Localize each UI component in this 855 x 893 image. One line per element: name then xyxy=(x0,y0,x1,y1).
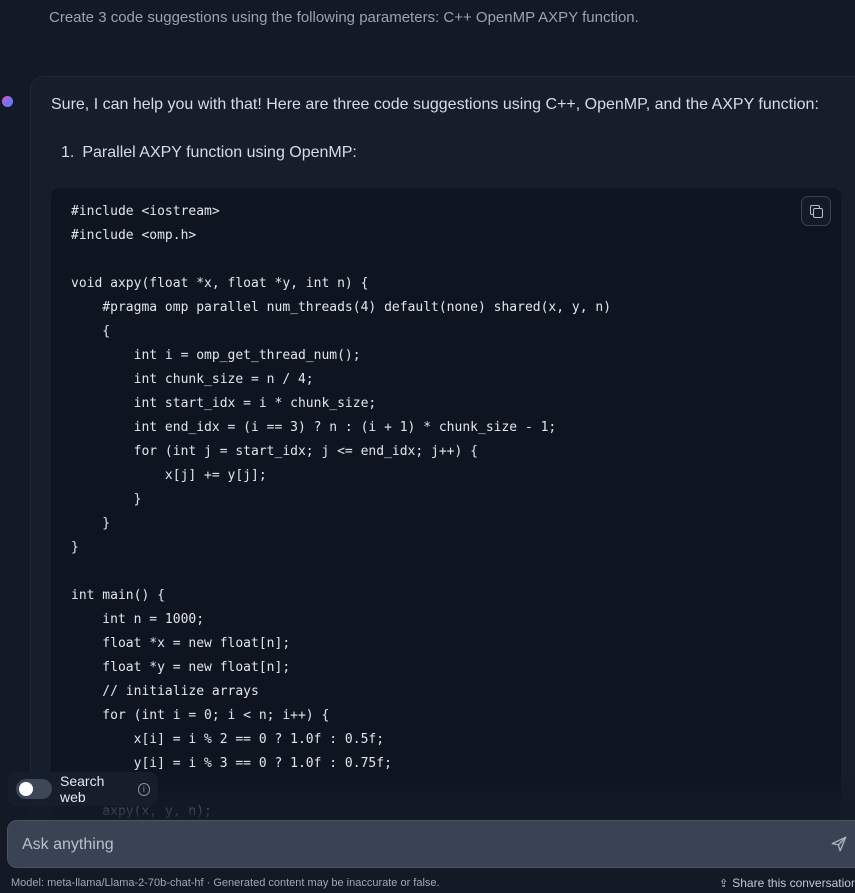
code-block: #include <iostream> #include <omp.h> void … xyxy=(51,188,841,857)
share-conversation-link[interactable]: ⇪ Share this conversation xyxy=(719,876,855,890)
code-line: for (int j = start_idx; j <= end_idx; j+… xyxy=(71,444,478,459)
chat-input-box[interactable] xyxy=(7,820,855,869)
assistant-intro-text: Sure, I can help you with that! Here are… xyxy=(51,96,819,113)
code-content: #include <iostream> #include <omp.h> void … xyxy=(71,200,611,848)
chat-page: Create 3 code suggestions using the foll… xyxy=(0,0,855,893)
model-disclaimer: Model: meta-llama/Llama-2-70b-chat-hf · … xyxy=(11,877,440,889)
code-line: void axpy(float *x, float *y, int n) { xyxy=(71,276,369,291)
share-label: Share this conversation xyxy=(732,876,855,890)
code-line: } xyxy=(71,492,142,507)
code-line: int main() { xyxy=(71,588,165,603)
assistant-avatar xyxy=(2,96,13,107)
code-line: #include <iostream> xyxy=(71,204,220,219)
assistant-message: Sure, I can help you with that! Here are… xyxy=(30,76,855,858)
suggestion-list-item: 1. Parallel AXPY function using OpenMP: xyxy=(61,144,357,162)
code-line: { xyxy=(71,324,111,339)
code-line: x[i] = i % 2 == 0 ? 1.0f : 0.5f; xyxy=(71,732,385,747)
user-message: Create 3 code suggestions using the foll… xyxy=(49,9,639,26)
code-line: int n = 1000; xyxy=(71,612,205,627)
code-line: } xyxy=(71,540,79,555)
code-line: for (int i = 0; i < n; i++) { xyxy=(71,708,330,723)
chat-input[interactable] xyxy=(20,821,804,869)
code-line: x[j] += y[j]; xyxy=(71,468,267,483)
toggle-switch[interactable] xyxy=(16,779,52,799)
copy-code-button[interactable] xyxy=(801,196,831,226)
send-icon[interactable] xyxy=(830,835,848,853)
info-icon[interactable]: i xyxy=(137,782,150,796)
code-line: } xyxy=(71,516,111,531)
copy-icon xyxy=(810,205,823,218)
code-line: // initialize arrays xyxy=(71,684,259,699)
code-line: int start_idx = i * chunk_size; xyxy=(71,396,377,411)
code-line: float *y = new float[n]; xyxy=(71,660,291,675)
list-item-text: Parallel AXPY function using OpenMP: xyxy=(82,144,357,161)
code-line: int chunk_size = n / 4; xyxy=(71,372,314,387)
code-line: int i = omp_get_thread_num(); xyxy=(71,348,361,363)
code-line: #pragma omp parallel num_threads(4) defa… xyxy=(71,300,612,315)
code-line: int end_idx = (i == 3) ? n : (i + 1) * c… xyxy=(71,420,557,435)
code-line: float *x = new float[n]; xyxy=(71,636,291,651)
list-item-number: 1. xyxy=(61,144,75,161)
search-web-label: Search web xyxy=(60,773,105,805)
toggle-knob xyxy=(19,782,33,796)
share-icon: ⇪ xyxy=(719,878,729,890)
search-web-toggle[interactable]: Search web i xyxy=(8,772,158,806)
code-line: #include <omp.h> xyxy=(71,228,197,243)
